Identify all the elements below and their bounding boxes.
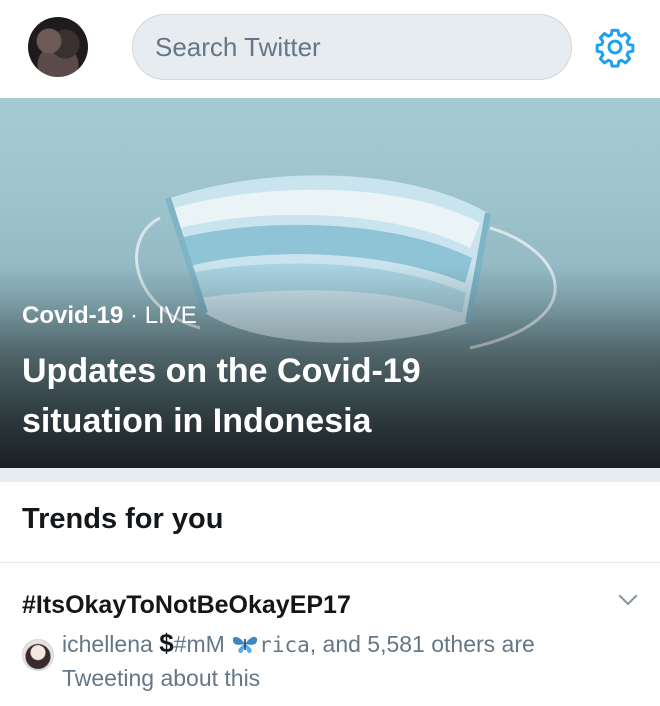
live-status: LIVE [144,302,197,329]
participant-name: ichellena [62,631,153,657]
participant-avatar [22,639,54,671]
trend-item[interactable]: #ItsOkayToNotBeOkayEP17 ichellena $#mM r… [0,563,660,706]
event-headline: Updates on the Covid-19 situation in Ind… [22,352,421,440]
chevron-down-icon[interactable] [618,593,638,607]
event-meta: Covid-19 · LIVE [22,302,197,330]
section-divider [0,468,660,482]
trend-hashtag: #ItsOkayToNotBeOkayEP17 [22,591,351,619]
gear-icon[interactable] [594,26,636,68]
event-category: Covid-19 [22,302,124,329]
top-bar: Search Twitter [0,0,660,98]
profile-avatar[interactable] [28,17,88,77]
butterfly-icon [233,636,258,654]
trend-description: ichellena $#mM rica, and 5,581 others ar… [62,627,622,695]
trends-section-title: Trends for you [22,503,224,535]
meta-separator: · [130,302,139,329]
featured-event-card[interactable]: Covid-19 · LIVE Updates on the Covid-19 … [0,98,660,468]
participant-tag: #mM [173,631,225,657]
dollar-emoji: $ [159,628,174,658]
search-placeholder: Search Twitter [155,31,321,62]
participant-name-2: rica [259,633,310,657]
search-input[interactable]: Search Twitter [132,14,572,80]
